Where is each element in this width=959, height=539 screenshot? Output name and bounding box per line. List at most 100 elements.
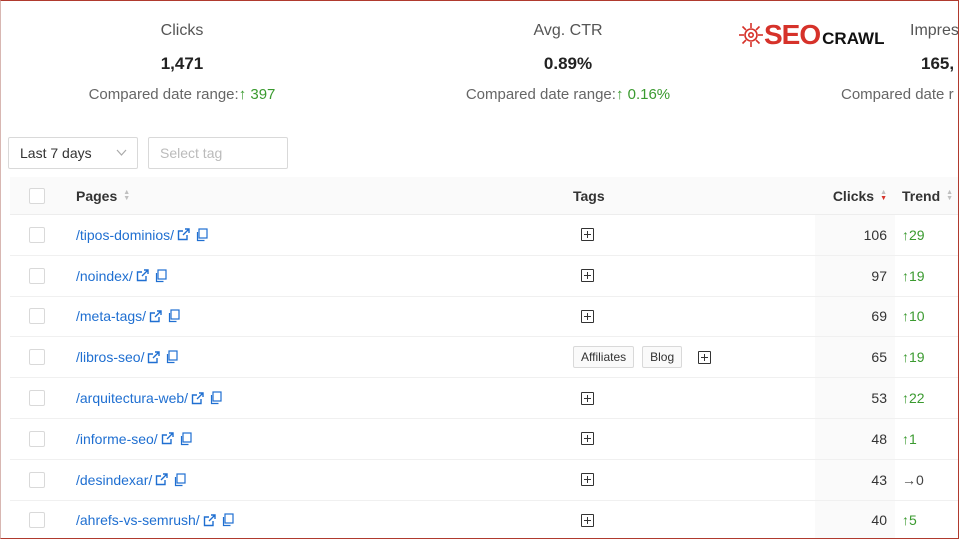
gear-icon <box>739 23 763 47</box>
header-clicks[interactable]: Clicks ▲ ▼ <box>815 177 895 214</box>
sort-icon[interactable]: ▲ ▼ <box>880 189 887 202</box>
row-checkbox[interactable] <box>29 308 45 325</box>
row-checkbox[interactable] <box>29 471 45 488</box>
copy-icon[interactable] <box>154 269 167 283</box>
tag-select-placeholder: Select tag <box>160 145 223 161</box>
header-tags-label: Tags <box>573 187 605 204</box>
stat-value: 0.89% <box>543 54 593 73</box>
seocrawl-logo: SEO CRAWL <box>738 19 884 51</box>
sort-icon[interactable]: ▲ ▼ <box>123 189 130 202</box>
table-row: /noindex/ 97 ↑19 <box>10 255 958 297</box>
trend-value: ↑19 <box>902 349 925 366</box>
header-trend[interactable]: Trend ▲ ▼ <box>902 177 958 214</box>
plus-square-icon[interactable] <box>581 309 594 323</box>
clicks-value: 40 <box>871 512 887 529</box>
copy-icon[interactable] <box>195 228 208 242</box>
arrow-up-icon: ↑ <box>238 86 247 103</box>
stat-compare: Compared date range:↑ 0.16% <box>456 85 680 105</box>
external-link-icon[interactable] <box>161 432 174 445</box>
copy-icon[interactable] <box>221 513 234 527</box>
copy-icon[interactable] <box>167 309 180 323</box>
plus-square-icon[interactable] <box>581 391 594 405</box>
clicks-value: 48 <box>871 430 887 447</box>
compare-delta: 397 <box>250 86 276 103</box>
trend-value: →0 <box>902 471 924 488</box>
external-link-icon[interactable] <box>191 391 204 405</box>
external-link-icon[interactable] <box>136 269 149 282</box>
header-clicks-label: Clicks <box>832 187 875 204</box>
row-checkbox[interactable] <box>29 267 45 284</box>
external-link-icon[interactable] <box>147 351 161 364</box>
date-range-value: Last 7 days <box>20 145 92 161</box>
external-link-icon[interactable] <box>149 310 162 323</box>
page-link[interactable]: /arquitectura-web/ <box>76 390 188 406</box>
tag-chip[interactable]: Affiliates <box>573 346 635 369</box>
logo-seo: SEO <box>764 19 821 50</box>
logo-crawl: CRAWL <box>822 29 885 48</box>
table-row: /libros-seo/ Affiliates Blog 65 ↑19 <box>10 337 958 379</box>
pages-table: Pages ▲ ▼ Tags Clicks ▲ ▼ Trend ▲ ▼ /tipos-… <box>10 177 958 538</box>
plus-square-icon[interactable] <box>581 473 594 487</box>
plus-square-icon[interactable] <box>581 228 594 242</box>
copy-icon[interactable] <box>165 350 179 364</box>
external-link-icon[interactable] <box>155 473 168 486</box>
external-link-icon[interactable] <box>177 228 190 241</box>
plus-square-icon[interactable] <box>698 350 712 364</box>
copy-icon[interactable] <box>209 391 222 405</box>
trend-value: ↑1 <box>902 430 917 447</box>
select-all-checkbox[interactable] <box>29 187 45 204</box>
table-row: /informe-seo/ 48 ↑1 <box>10 418 958 460</box>
plus-square-icon[interactable] <box>581 432 594 446</box>
header-pages[interactable]: Pages ▲ ▼ <box>76 177 130 214</box>
copy-icon[interactable] <box>179 432 192 446</box>
page-link[interactable]: /noindex/ <box>76 268 133 284</box>
copy-icon[interactable] <box>173 473 186 487</box>
stat-clicks: Clicks 1,471 Compared date range:↑ 397 <box>79 21 285 105</box>
table-body: /tipos-dominios/ 106 ↑29 /noindex/ 97 ↑1… <box>10 215 958 538</box>
stat-compare: Compared date range:↑ 397 <box>79 85 285 105</box>
clicks-value: 106 <box>863 226 887 243</box>
app-frame: Clicks 1,471 Compared date range:↑ 397 A… <box>0 0 959 539</box>
table-row: /desindexar/ 43 →0 <box>10 459 958 501</box>
compare-label: Compared date range: <box>88 86 239 103</box>
trend-value: ↑5 <box>902 512 917 529</box>
tag-chip[interactable]: Blog <box>642 346 683 369</box>
clicks-value: 53 <box>871 390 887 407</box>
tag-select[interactable]: Select tag <box>148 137 288 169</box>
table-row: /meta-tags/ 69 ↑10 <box>10 296 958 338</box>
stat-title: Clicks <box>160 22 204 39</box>
table-row: /ahrefs-vs-semrush/ 40 ↑5 <box>10 500 958 538</box>
sort-icon[interactable]: ▲ ▼ <box>946 189 953 202</box>
page-link[interactable]: /ahrefs-vs-semrush/ <box>76 512 200 528</box>
row-checkbox[interactable] <box>29 226 45 243</box>
row-checkbox[interactable] <box>29 512 45 529</box>
header-tags: Tags <box>573 177 605 214</box>
page-link[interactable]: /libros-seo/ <box>76 349 144 365</box>
stat-value: 165, <box>921 54 955 73</box>
stat-title: Avg. CTR <box>533 22 603 39</box>
row-checkbox[interactable] <box>29 349 45 366</box>
row-checkbox[interactable] <box>29 390 45 407</box>
plus-square-icon[interactable] <box>581 513 594 527</box>
clicks-value: 97 <box>871 267 887 284</box>
header-pages-label: Pages <box>76 187 118 204</box>
page-link[interactable]: /informe-seo/ <box>76 431 158 447</box>
row-checkbox[interactable] <box>29 430 45 447</box>
header-trend-label: Trend <box>902 187 941 204</box>
page-link[interactable]: /meta-tags/ <box>76 308 146 324</box>
clicks-value: 65 <box>871 349 887 366</box>
plus-square-icon[interactable] <box>581 269 594 283</box>
trend-value: ↑19 <box>902 267 925 284</box>
table-row: /arquitectura-web/ 53 ↑22 <box>10 378 958 419</box>
external-link-icon[interactable] <box>203 514 216 527</box>
page-link[interactable]: /tipos-dominios/ <box>76 227 174 243</box>
page-link[interactable]: /desindexar/ <box>76 472 152 488</box>
table-row: /tipos-dominios/ 106 ↑29 <box>10 215 958 256</box>
stat-ctr: Avg. CTR 0.89% Compared date range:↑ 0.1… <box>456 21 680 105</box>
date-range-select[interactable]: Last 7 days <box>8 137 138 169</box>
chevron-down-icon <box>116 138 127 180</box>
compare-label: Compared date range: <box>465 86 616 103</box>
trend-value: ↑10 <box>902 308 925 325</box>
clicks-value: 69 <box>871 308 887 325</box>
clicks-value: 43 <box>871 471 887 488</box>
